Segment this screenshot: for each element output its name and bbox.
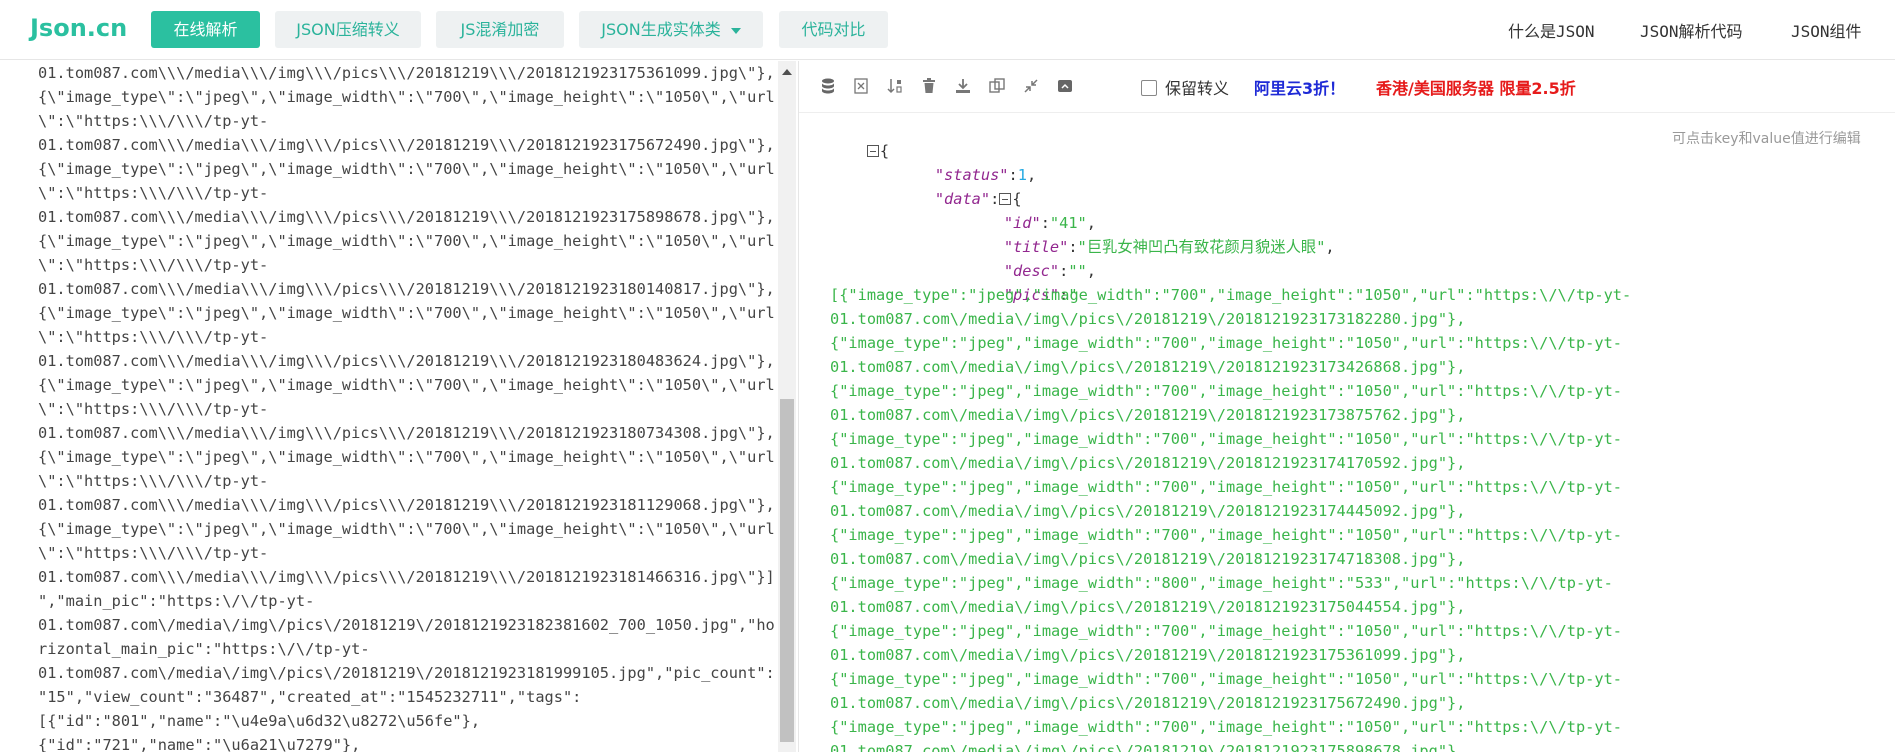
pics-value-line[interactable]: {"image_type":"jpeg","image_width":"700"… bbox=[830, 715, 1622, 739]
pics-value-line[interactable]: 01.tom087.com\/media\/img\/pics\/2018121… bbox=[830, 643, 1465, 667]
keep-escape-checkbox[interactable]: 保留转义 bbox=[1141, 75, 1230, 98]
database-icon[interactable] bbox=[819, 77, 837, 95]
scroll-thumb[interactable] bbox=[780, 399, 794, 742]
raw-line: 01.tom087.com\\\/media\\\/img\\\/pics\\\… bbox=[38, 352, 775, 370]
pics-value-line[interactable]: 01.tom087.com\/media\/img\/pics\/2018121… bbox=[830, 403, 1465, 427]
json-id-line: "id":"41", bbox=[1003, 214, 1096, 232]
json-status-line: "status":1, bbox=[934, 166, 1037, 184]
sort-icon[interactable] bbox=[886, 77, 904, 95]
nav-json-entity-dropdown[interactable]: JSON生成实体类 bbox=[579, 11, 763, 48]
root-open-brace: { bbox=[879, 142, 890, 160]
formatted-json-view: { "status":1, "data":{ "id":"41", "title… bbox=[830, 115, 1870, 752]
raw-line: 01.tom087.com\\\/media\\\/img\\\/pics\\\… bbox=[38, 568, 775, 586]
pics-value-line[interactable]: {"image_type":"jpeg","image_width":"700"… bbox=[830, 619, 1622, 643]
pics-value-line[interactable]: {"image_type":"jpeg","image_width":"700"… bbox=[830, 331, 1622, 355]
title-value[interactable]: "巨乳女神凹凸有致花颜月貌迷人眼" bbox=[1078, 238, 1326, 256]
pics-value-line[interactable]: 01.tom087.com\/media\/img\/pics\/2018121… bbox=[830, 739, 1465, 752]
json-data-line: "data":{ bbox=[934, 190, 1022, 208]
raw-line: \":\"https:\\\/\\\/tp-yt- bbox=[38, 472, 269, 490]
raw-line: 01.tom087.com\/media\/img\/pics\/2018121… bbox=[38, 616, 775, 634]
link-json-parse-code[interactable]: JSON解析代码 bbox=[1640, 18, 1743, 42]
raw-line: {\"image_type\":\"jpeg\",\"image_width\"… bbox=[38, 160, 775, 178]
collapse-root-icon[interactable] bbox=[866, 145, 879, 157]
pics-value-line[interactable]: 01.tom087.com\/media\/img\/pics\/2018121… bbox=[830, 307, 1465, 331]
pics-value-line[interactable]: 01.tom087.com\/media\/img\/pics\/2018121… bbox=[830, 547, 1465, 571]
raw-line: {\"image_type\":\"jpeg\",\"image_width\"… bbox=[38, 520, 775, 538]
caret-down-icon bbox=[730, 27, 741, 34]
link-json-components[interactable]: JSON组件 bbox=[1791, 18, 1862, 42]
trash-icon[interactable] bbox=[920, 77, 938, 95]
keep-escape-label: 保留转义 bbox=[1165, 79, 1230, 98]
raw-line: 01.tom087.com\\\/media\\\/img\\\/pics\\\… bbox=[38, 64, 775, 82]
pics-value-line[interactable]: 01.tom087.com\/media\/img\/pics\/2018121… bbox=[830, 499, 1465, 523]
raw-line: {\"image_type\":\"jpeg\",\"image_width\"… bbox=[38, 88, 775, 106]
nav-js-obfuscate-button[interactable]: JS混淆加密 bbox=[436, 11, 564, 48]
raw-json-editor[interactable]: 01.tom087.com\\\/media\\\/img\\\/pics\\\… bbox=[0, 61, 798, 752]
link-what-is-json[interactable]: 什么是JSON bbox=[1508, 18, 1595, 42]
raw-line: \":\"https:\\\/\\\/tp-yt- bbox=[38, 400, 269, 418]
raw-line: \":\"https:\\\/\\\/tp-yt- bbox=[38, 328, 269, 346]
pics-value-line[interactable]: {"image_type":"jpeg","image_width":"800"… bbox=[830, 571, 1613, 595]
raw-line: {\"image_type\":\"jpeg\",\"image_width\"… bbox=[38, 232, 775, 250]
excel-icon[interactable] bbox=[852, 77, 870, 95]
raw-line: 01.tom087.com\\\/media\\\/img\\\/pics\\\… bbox=[38, 496, 775, 514]
pics-value-line[interactable]: {"image_type":"jpeg","image_width":"700"… bbox=[830, 379, 1622, 403]
raw-line: [{"id":"801","name":"\u4e9a\u6d32\u8272\… bbox=[38, 712, 481, 730]
raw-line: {\"image_type\":\"jpeg\",\"image_width\"… bbox=[38, 448, 775, 466]
pics-value-line[interactable]: {"image_type":"jpeg","image_width":"700"… bbox=[830, 523, 1622, 547]
pics-value-line[interactable]: 01.tom087.com\/media\/img\/pics\/2018121… bbox=[830, 595, 1465, 619]
raw-json-text[interactable]: 01.tom087.com\\\/media\\\/img\\\/pics\\\… bbox=[38, 61, 775, 752]
editor-scrollbar[interactable] bbox=[778, 61, 796, 752]
json-pics-line: "pics":" bbox=[1003, 286, 1078, 304]
raw-line: \":\"https:\\\/\\\/tp-yt- bbox=[38, 544, 269, 562]
json-desc-line: "desc":"", bbox=[1003, 262, 1096, 280]
raw-line: {\"image_type\":\"jpeg\",\"image_width\"… bbox=[38, 376, 775, 394]
copy-icon[interactable] bbox=[988, 77, 1006, 95]
raw-line: 01.tom087.com\\\/media\\\/img\\\/pics\\\… bbox=[38, 424, 775, 442]
site-logo[interactable]: Json.cn bbox=[30, 14, 127, 42]
raw-line: ","main_pic":"https:\/\/tp-yt- bbox=[38, 592, 315, 610]
top-nav-bar: Json.cn 在线解析 JSON压缩转义 JS混淆加密 JSON生成实体类 代… bbox=[0, 0, 1895, 60]
pics-value-line[interactable]: {"image_type":"jpeg","image_width":"700"… bbox=[830, 667, 1622, 691]
share-icon[interactable] bbox=[1056, 77, 1074, 95]
pics-value-line[interactable]: {"image_type":"jpeg","image_width":"700"… bbox=[830, 475, 1622, 499]
server-ad-link[interactable]: 香港/美国服务器 限量2.5折 bbox=[1376, 75, 1576, 99]
raw-line: {"id":"721","name":"\u6a21\u7279"}, bbox=[38, 736, 361, 752]
raw-line: 01.tom087.com\/media\/img\/pics\/2018121… bbox=[38, 664, 775, 682]
raw-line: "15","view_count":"36487","created_at":"… bbox=[38, 688, 582, 706]
raw-line: \":\"https:\\\/\\\/tp-yt- bbox=[38, 112, 269, 130]
nav-online-parse-button[interactable]: 在线解析 bbox=[151, 11, 260, 48]
raw-line: 01.tom087.com\\\/media\\\/img\\\/pics\\\… bbox=[38, 136, 775, 154]
panel-divider[interactable] bbox=[798, 61, 799, 752]
aliyun-ad-link[interactable]: 阿里云3折！ bbox=[1254, 75, 1345, 99]
compress-icon[interactable] bbox=[1022, 77, 1040, 95]
raw-line: {\"image_type\":\"jpeg\",\"image_width\"… bbox=[38, 304, 775, 322]
pics-value-line[interactable]: 01.tom087.com\/media\/img\/pics\/2018121… bbox=[830, 355, 1465, 379]
download-icon[interactable] bbox=[954, 77, 972, 95]
raw-line: rizontal_main_pic":"https:\/\/tp-yt- bbox=[38, 640, 370, 658]
checkbox-box[interactable] bbox=[1141, 80, 1157, 96]
pics-value-line[interactable]: 01.tom087.com\/media\/img\/pics\/2018121… bbox=[830, 691, 1465, 715]
raw-line: 01.tom087.com\\\/media\\\/img\\\/pics\\\… bbox=[38, 208, 775, 226]
format-toolbar bbox=[799, 61, 1895, 113]
scroll-up-arrow-icon[interactable] bbox=[782, 69, 792, 75]
nav-json-compress-button[interactable]: JSON压缩转义 bbox=[275, 11, 421, 48]
pics-value-line[interactable]: {"image_type":"jpeg","image_width":"700"… bbox=[830, 427, 1622, 451]
raw-line: \":\"https:\\\/\\\/tp-yt- bbox=[38, 256, 269, 274]
nav-code-compare-button[interactable]: 代码对比 bbox=[779, 11, 888, 48]
raw-line: \":\"https:\\\/\\\/tp-yt- bbox=[38, 184, 269, 202]
raw-line: 01.tom087.com\\\/media\\\/img\\\/pics\\\… bbox=[38, 280, 775, 298]
json-root-line: { bbox=[830, 115, 889, 160]
json-title-line: "title":"巨乳女神凹凸有致花颜月貌迷人眼", bbox=[1003, 238, 1335, 256]
pics-value-line[interactable]: 01.tom087.com\/media\/img\/pics\/2018121… bbox=[830, 451, 1465, 475]
pics-value-line[interactable]: [{"image_type":"jpeg","image_width":"700… bbox=[830, 283, 1631, 307]
nav-json-entity-label: JSON生成实体类 bbox=[601, 20, 721, 39]
